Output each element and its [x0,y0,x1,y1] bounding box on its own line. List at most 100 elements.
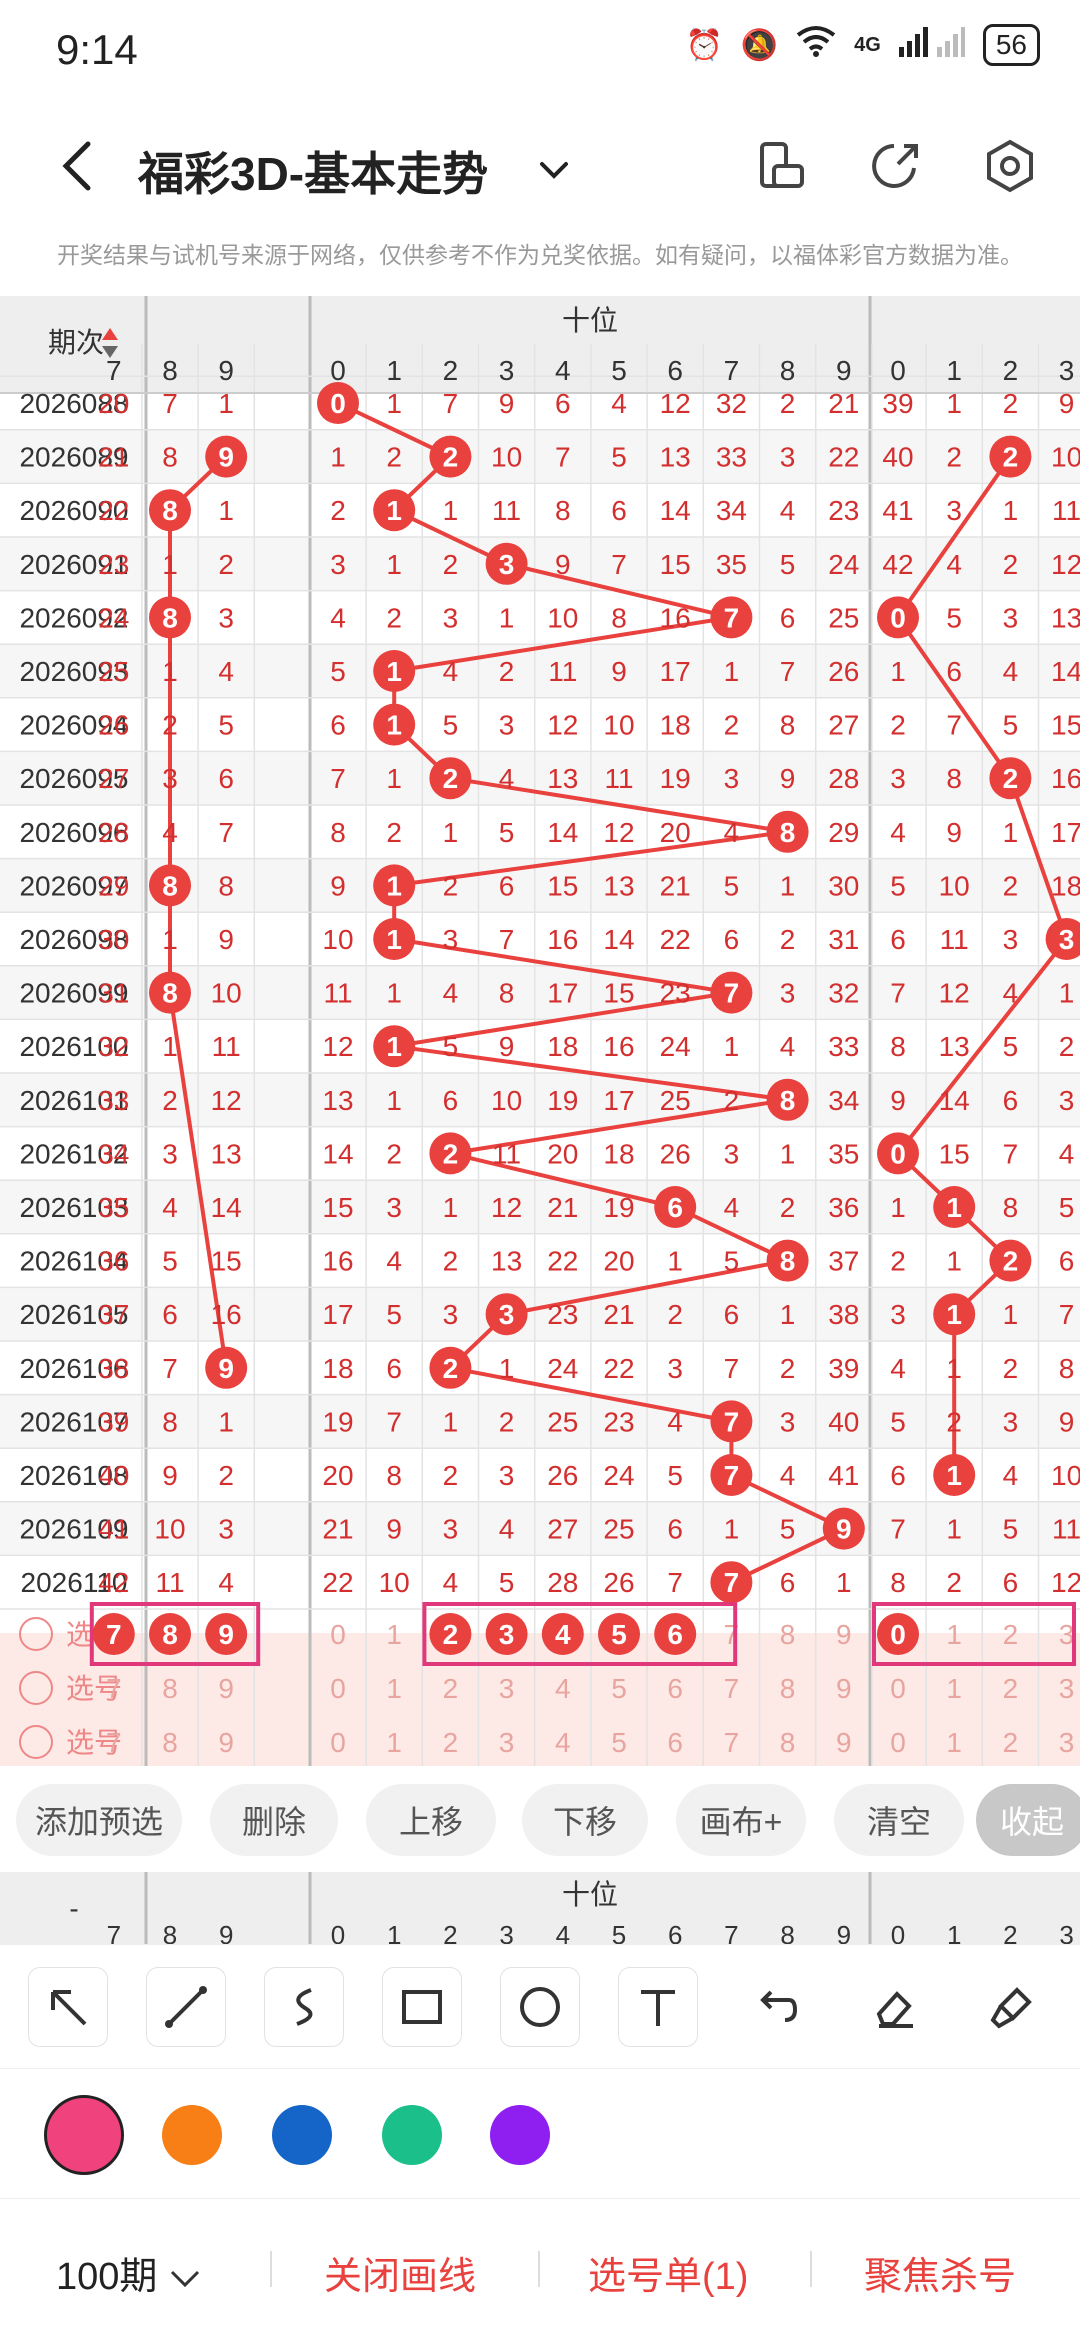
miss-count: 1 [162,924,178,955]
selected-ball-number: 4 [555,1619,571,1650]
title-dropdown-button[interactable] [534,150,574,190]
focus-kill-button[interactable]: 聚焦杀号 [864,2245,1016,2300]
trend-grid[interactable]: 期次 十位 7 8 9 0 1 2 3 4 5 6 7 8 9 0 1 2 3 2026088 20 7 1 0 1 7 9 6 4 12… [0,296,1080,1766]
move-down-button[interactable]: 下移 [522,1784,648,1856]
status-time: 9:14 [56,26,138,73]
candidate-digit: 8 [780,1727,796,1758]
miss-count: 2 [946,1406,962,1437]
color-swatch-orange[interactable] [162,2105,222,2165]
settings-button[interactable] [982,138,1038,194]
clear-brush-icon [990,1987,1032,2029]
candidate-digit: 6 [667,1673,683,1704]
mini-grid-header: - 十位 7 8 9 0 1 2 3 4 5 6 7 8 9 0 1 2 3 [0,1872,1080,1944]
add-preselect-button[interactable]: 添加预选 [16,1784,182,1856]
close-draw-button[interactable]: 关闭画线 [324,2245,476,2300]
share-button[interactable] [868,138,924,194]
miss-count: 14 [322,1138,353,1169]
miss-count: 7 [890,978,906,1009]
miss-count: 6 [443,1085,459,1116]
miss-count: 7 [611,549,627,580]
miss-count: 5 [890,1406,906,1437]
miss-count: 1 [890,1192,906,1223]
move-up-button[interactable]: 上移 [366,1784,496,1856]
miss-count: 3 [218,1514,234,1545]
miss-count: 29 [828,817,859,848]
ticket-button[interactable]: 选号单(1) [588,2245,748,2300]
miss-count: 1 [724,656,740,687]
page-title[interactable]: 福彩3D-基本走势 [138,138,488,204]
text-tool[interactable] [618,1967,698,2047]
chevron-down-icon [540,162,568,179]
candidate-digit: 8 [162,1727,178,1758]
clear-button[interactable]: 清空 [834,1784,964,1856]
digit-header: 0 [330,355,346,386]
miss-count: 4 [890,1353,906,1384]
orientation-button[interactable] [754,138,810,194]
color-swatch-purple[interactable] [490,2105,550,2165]
miss-count: 9 [499,388,515,419]
miss-count: 1 [890,656,906,687]
miss-count: 4 [724,1192,740,1223]
period-selector[interactable]: 100期 [56,2245,202,2300]
miss-count: 22 [322,1567,353,1598]
hit-ball-number: 2 [1003,442,1019,473]
miss-count: 9 [162,1460,178,1491]
miss-count: 23 [828,495,859,526]
hit-ball-number: 1 [946,1192,962,1223]
candidate-digit: 0 [330,1673,346,1704]
collapse-button[interactable]: 收起 [976,1784,1080,1856]
candidate-digit: 9 [836,1673,852,1704]
miss-count: 1 [162,656,178,687]
miss-count: 1 [499,1353,515,1384]
clear-brush-tool[interactable] [972,1967,1052,2047]
miss-count: 1 [162,549,178,580]
miss-count: 3 [1003,602,1019,633]
status-bar: 9:14 ⏰ 🔕 4G 56 [0,0,1080,100]
miss-count: 2 [780,1192,796,1223]
canvas-plus-button[interactable]: 画布+ [676,1784,806,1856]
miss-count: 5 [667,1460,683,1491]
miss-count: 12 [660,388,691,419]
miss-count: 7 [1059,1299,1075,1330]
miss-count: 11 [492,495,521,526]
miss-count: 8 [780,710,796,741]
back-button[interactable] [50,136,110,196]
rectangle-icon [402,1990,442,2024]
candidate-digit: 4 [555,1673,571,1704]
miss-count: 8 [555,495,571,526]
mini-digit: 7 [724,1920,738,1944]
miss-count: 5 [780,1514,796,1545]
candidate-digit: 1 [386,1673,402,1704]
trend-chart-svg[interactable]: 期次十位7 8 9 0 1 2 3 4 5 6 7 8 9 0 1 2 3202608820 7 1 0 1 7 9 6 4 12… [0,296,1080,1766]
miss-count: 23 [660,978,691,1009]
arrow-tool[interactable] [28,1967,108,2047]
miss-count: 4 [724,817,740,848]
miss-count: 1 [443,495,459,526]
curve-tool[interactable] [264,1967,344,2047]
eraser-tool[interactable] [854,1967,934,2047]
color-swatch-green[interactable] [382,2105,442,2165]
hit-ball-number: 7 [724,1406,740,1437]
color-swatch-blue[interactable] [272,2105,332,2165]
miss-count: 21 [828,388,859,419]
miss-count: 8 [162,442,178,473]
hit-ball-number: 8 [162,870,178,901]
miss-count: 8 [218,870,234,901]
candidate-digit: 1 [386,1727,402,1758]
miss-count: 14 [547,817,578,848]
miss-count: 1 [1003,1299,1019,1330]
color-swatch-pink[interactable] [44,2095,124,2175]
rectangle-tool[interactable] [382,1967,462,2047]
delete-button[interactable]: 删除 [210,1784,338,1856]
mini-digit: 8 [780,1920,794,1944]
miss-count: 3 [1059,1085,1075,1116]
miss-count: 40 [828,1406,859,1437]
miss-count: 4 [162,1192,178,1223]
miss-count: 1 [330,442,346,473]
miss-count: 19 [547,1085,578,1116]
line-tool[interactable] [146,1967,226,2047]
undo-tool[interactable] [736,1967,816,2047]
digit-header: 2 [443,355,459,386]
circle-tool[interactable] [500,1967,580,2047]
candidate-digit: 8 [162,1673,178,1704]
